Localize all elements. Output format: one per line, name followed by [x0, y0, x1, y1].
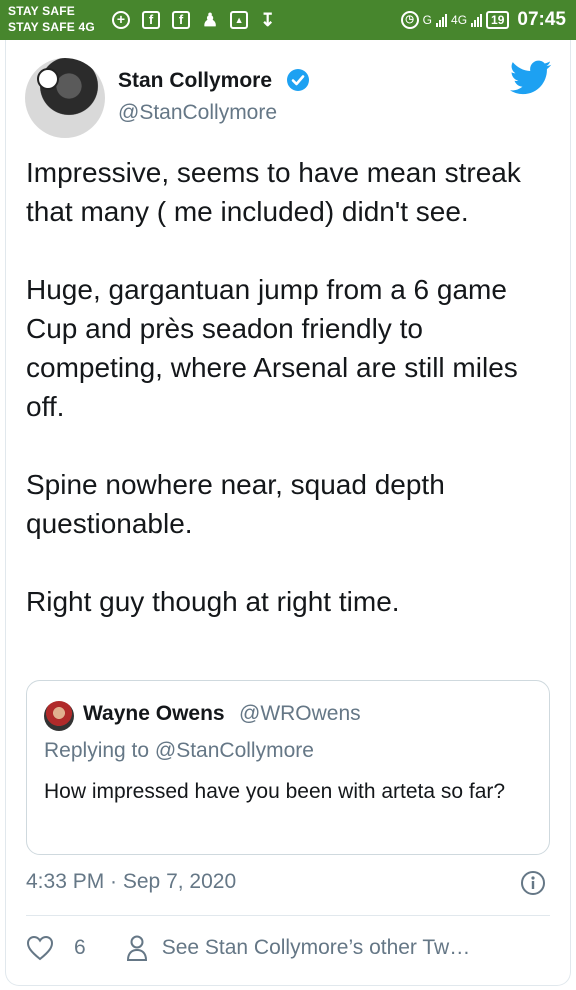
quoted-author-avatar	[44, 701, 74, 731]
person-icon[interactable]	[126, 934, 148, 962]
tweet-paragraph: Right guy though at right time.	[26, 586, 400, 617]
download-icon: ↧	[260, 10, 276, 30]
quoted-tweet-text: How impressed have you been with arteta …	[44, 780, 506, 803]
facebook-icon: f	[142, 11, 160, 29]
quoted-tweet[interactable]: Wayne Owens @WROwens Replying to @StanCo…	[26, 680, 550, 855]
tweet-paragraph: Spine nowhere near, squad depth question…	[26, 469, 445, 539]
signal-icon	[436, 13, 448, 27]
tweet-paragraph: Huge, gargantuan jump from a 6 game Cup …	[26, 274, 518, 422]
quoted-author-name: Wayne Owens	[83, 702, 225, 725]
signal-icon-2	[471, 13, 483, 27]
add-circle-icon: +	[112, 11, 130, 29]
alarm-icon: ◷	[400, 11, 419, 29]
tweet-timestamp[interactable]: 4:33 PM · Sep 7, 2020	[26, 870, 236, 894]
carrier-label: STAY SAFE STAY SAFE 4G	[8, 3, 95, 35]
tweet-actions: 6 See Stan Collymore’s other Tw…	[26, 930, 470, 966]
twitter-bird-icon[interactable]	[510, 60, 552, 96]
battery-icon: 19	[486, 11, 510, 29]
tweet-paragraph: Impressive, seems to have mean streak th…	[26, 157, 521, 227]
carrier-line-1: STAY SAFE	[8, 4, 75, 18]
add-person-icon: ♟	[202, 10, 219, 30]
divider	[26, 915, 550, 916]
like-count: 6	[74, 936, 86, 959]
replying-to-label: Replying to @StanCollymore	[44, 739, 314, 762]
carrier-line-2: STAY SAFE 4G	[8, 20, 95, 34]
author-name[interactable]: Stan Collymore	[118, 69, 272, 93]
notification-icons: + f f ♟ ▲ ↧	[112, 8, 275, 32]
facebook-icon: f	[172, 11, 190, 29]
heart-icon[interactable]	[26, 935, 54, 961]
verified-badge-icon	[287, 69, 309, 91]
system-icons: ◷ G 4G 19 07:45	[400, 6, 566, 34]
tweet-body: Impressive, seems to have mean streak th…	[26, 153, 556, 660]
network-type: G	[422, 13, 433, 27]
network-type-2: 4G	[451, 13, 468, 27]
image-icon: ▲	[230, 11, 249, 29]
author-handle[interactable]: @StanCollymore	[118, 101, 277, 125]
quoted-author-handle: @WROwens	[239, 702, 361, 725]
see-other-tweets-link[interactable]: See Stan Collymore’s other Tw…	[162, 936, 471, 960]
status-bar: STAY SAFE STAY SAFE 4G + f f ♟ ▲ ↧ ◷ G 4…	[0, 0, 576, 40]
info-icon[interactable]	[520, 870, 546, 896]
clock: 07:45	[517, 9, 566, 30]
author-avatar[interactable]	[25, 58, 105, 138]
